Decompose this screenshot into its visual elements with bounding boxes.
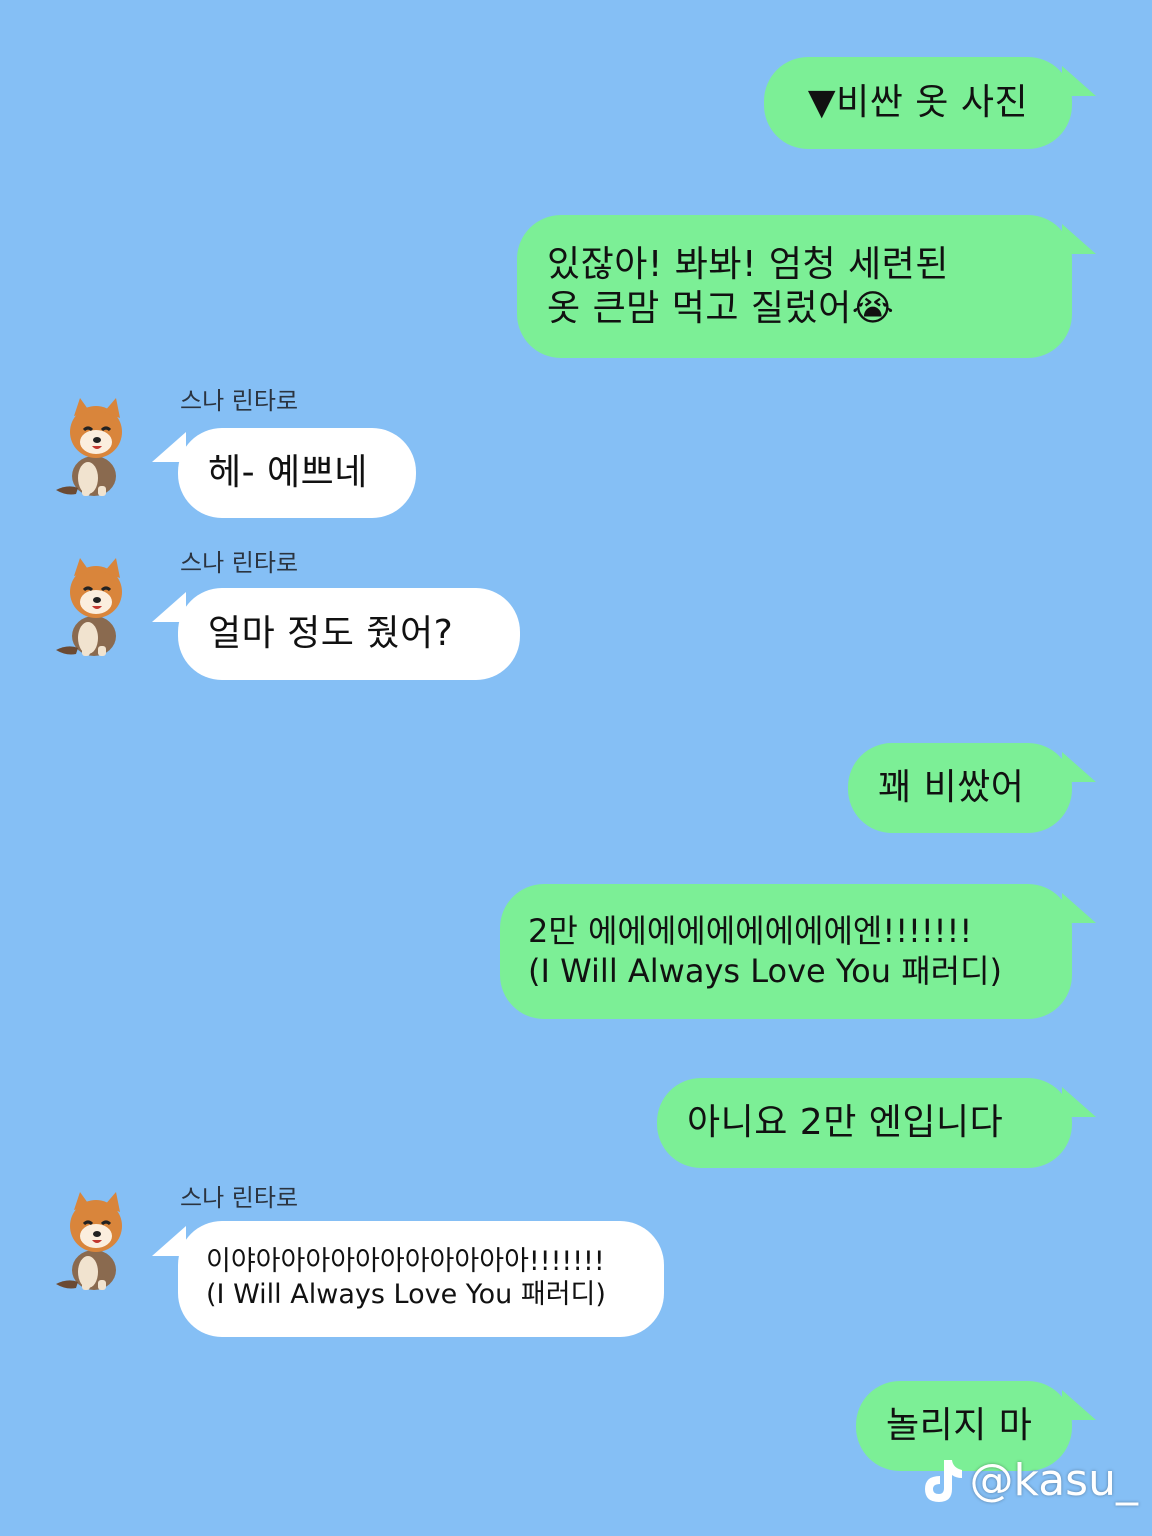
bubble-tail: [1062, 1390, 1096, 1420]
bubble-tail: [1062, 1087, 1096, 1117]
message-text: (I Will Always Love You 패러디): [528, 951, 1002, 990]
bubble-tail: [1062, 224, 1096, 254]
shiba-avatar-icon[interactable]: [48, 1192, 138, 1292]
my-message-bubble[interactable]: 2만 에에에에에에에에에엔!!!!!!! (I Will Always Love…: [500, 884, 1072, 1019]
sender-name: 스나 린타로: [180, 387, 299, 415]
message-text: 2만 에에에에에에에에에엔!!!!!!!: [528, 912, 973, 951]
message-text: 얼마 정도 줬어?: [208, 613, 454, 655]
sender-name: 스나 린타로: [180, 1184, 299, 1212]
message-text: 아니요 2만 엔입니다: [687, 1102, 1004, 1144]
message-text: 이야아아아아아아아아아아아!!!!!!!: [206, 1246, 605, 1278]
message-text: (I Will Always Love You 패러디): [206, 1279, 606, 1310]
their-message-bubble[interactable]: 헤- 예쁘네: [178, 428, 416, 518]
bubble-tail: [1062, 893, 1096, 923]
message-text: 놀리지 마: [886, 1405, 1033, 1447]
bubble-tail: [1062, 66, 1096, 96]
tiktok-watermark: @kasu_: [922, 1455, 1138, 1506]
tiktok-icon: [924, 1459, 962, 1502]
my-message-bubble[interactable]: ▼비싼 옷 사진: [764, 57, 1072, 149]
their-message-bubble[interactable]: 얼마 정도 줬어?: [178, 588, 520, 680]
message-text: 꽤 비쌌어: [878, 767, 1025, 809]
sender-name: 스나 린타로: [180, 549, 299, 577]
my-message-bubble[interactable]: 있잖아! 봐봐! 엄청 세련된 옷 큰맘 먹고 질렀어😭: [517, 215, 1072, 358]
message-text: 옷 큰맘 먹고 질렀어😭: [547, 287, 895, 329]
message-text: 있잖아! 봐봐! 엄청 세련된: [547, 243, 949, 285]
message-text: 헤- 예쁘네: [208, 452, 368, 494]
their-message-bubble[interactable]: 이야아아아아아아아아아아아!!!!!!! (I Will Always Love…: [178, 1221, 664, 1337]
shiba-avatar-icon[interactable]: [48, 558, 138, 658]
my-message-bubble[interactable]: 아니요 2만 엔입니다: [657, 1078, 1072, 1168]
my-message-bubble[interactable]: 꽤 비쌌어: [848, 743, 1072, 833]
bubble-tail: [1062, 752, 1096, 782]
message-text: ▼비싼 옷 사진: [807, 82, 1029, 124]
shiba-avatar-icon[interactable]: [48, 398, 138, 498]
watermark-handle: @kasu_: [969, 1455, 1138, 1506]
